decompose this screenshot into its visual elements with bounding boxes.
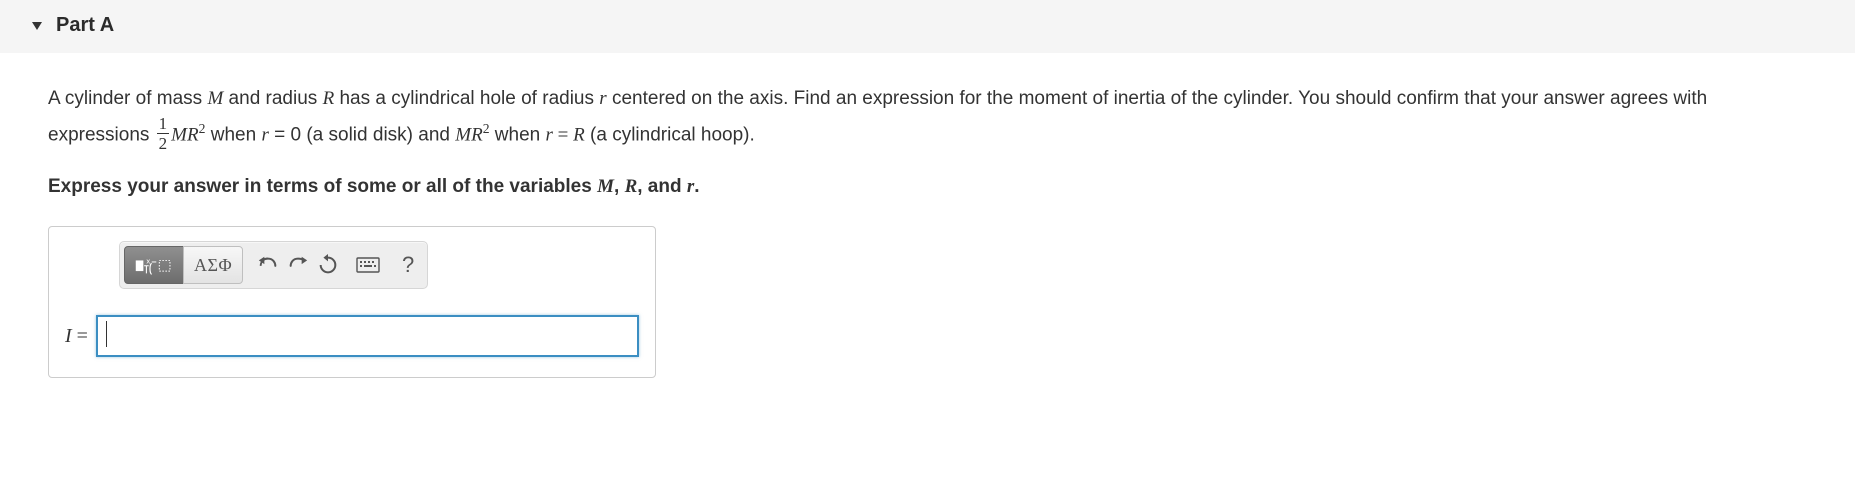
var-m: M: [455, 125, 471, 146]
frac-num: 1: [157, 115, 170, 134]
var-r-upper: R: [323, 88, 335, 109]
prompt-text: = 0 (a solid disk) and: [269, 125, 455, 146]
answer-lhs: I =: [65, 325, 88, 348]
fraction-half: 12: [157, 115, 170, 152]
prompt-text: =: [553, 125, 573, 146]
var-m: M: [171, 125, 187, 146]
redo-button[interactable]: [283, 246, 313, 284]
collapse-icon: [30, 19, 44, 33]
instr-text: Express your answer in terms of some or …: [48, 176, 597, 197]
question-prompt: A cylinder of mass M and radius R has a …: [48, 81, 1807, 154]
undo-button[interactable]: [253, 246, 283, 284]
var-r-upper: R: [187, 125, 199, 146]
var-r-lower: r: [546, 125, 553, 146]
lhs-var: I: [65, 325, 72, 347]
answer-instructions: Express your answer in terms of some or …: [48, 176, 1807, 198]
exponent: 2: [483, 121, 490, 136]
frac-den: 2: [157, 134, 170, 152]
var-m: M: [597, 176, 614, 197]
help-label: ?: [402, 252, 414, 278]
prompt-text: has a cylindrical hole of radius: [334, 88, 599, 109]
greek-symbols-button[interactable]: ΑΣΦ: [183, 246, 243, 284]
answer-box: x ΑΣΦ: [48, 226, 656, 378]
equation-toolbar: x ΑΣΦ: [119, 241, 428, 289]
instr-text: , and: [637, 176, 687, 197]
lhs-eq: =: [72, 325, 88, 347]
greek-label: ΑΣΦ: [194, 255, 232, 276]
var-m: M: [207, 88, 223, 109]
svg-text:x: x: [146, 257, 150, 266]
help-button[interactable]: ?: [393, 246, 423, 284]
prompt-text: when: [205, 125, 261, 146]
question-content: A cylinder of mass M and radius R has a …: [0, 53, 1855, 408]
reset-button[interactable]: [313, 246, 343, 284]
part-title: Part A: [56, 14, 114, 37]
text-cursor: [106, 321, 107, 347]
prompt-text: when: [490, 125, 546, 146]
var-r-upper: R: [573, 125, 585, 146]
prompt-text: A cylinder of mass: [48, 88, 207, 109]
instr-text: ,: [614, 176, 625, 197]
var-r-lower: r: [261, 125, 268, 146]
instr-text: .: [694, 176, 699, 197]
var-r-lower: r: [599, 88, 606, 109]
answer-input-row: I =: [65, 315, 639, 357]
part-header[interactable]: Part A: [0, 0, 1855, 53]
var-r-upper: R: [625, 176, 638, 197]
answer-input[interactable]: [96, 315, 639, 357]
prompt-text: and radius: [223, 88, 322, 109]
var-r-upper: R: [471, 125, 483, 146]
keyboard-button[interactable]: [353, 246, 383, 284]
templates-button[interactable]: x: [124, 246, 184, 284]
prompt-text: (a cylindrical hoop).: [585, 125, 755, 146]
